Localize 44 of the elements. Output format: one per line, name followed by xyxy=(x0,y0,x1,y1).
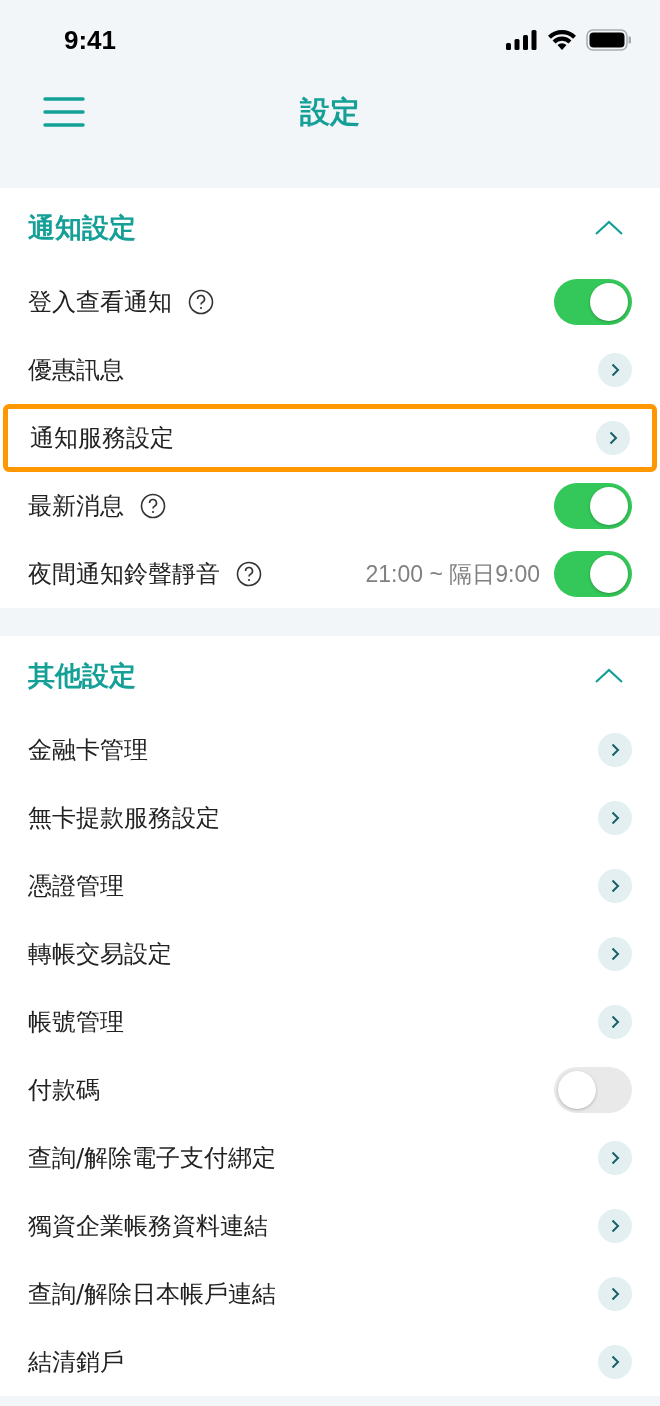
battery-icon xyxy=(586,29,632,51)
time-range: 21:00 ~ 隔日9:00 xyxy=(365,559,540,589)
toggle-switch[interactable] xyxy=(554,483,632,529)
setting-label: 結清銷戶 xyxy=(28,1347,124,1378)
chevron-right-icon[interactable] xyxy=(596,421,630,455)
setting-label: 優惠訊息 xyxy=(28,355,124,386)
setting-label: 查詢/解除日本帳戶連結 xyxy=(28,1279,277,1310)
page-title: 設定 xyxy=(300,92,360,131)
chevron-right-icon[interactable] xyxy=(598,1277,632,1311)
chevron-right-icon[interactable] xyxy=(598,1141,632,1175)
chevron-right-icon[interactable] xyxy=(598,1345,632,1379)
help-icon[interactable] xyxy=(188,289,214,315)
setting-label: 付款碼 xyxy=(28,1075,100,1106)
setting-label: 獨資企業帳務資料連結 xyxy=(28,1211,268,1242)
signal-icon xyxy=(506,30,538,50)
setting-label: 金融卡管理 xyxy=(28,735,148,766)
section-title: 其他設定 xyxy=(28,659,136,693)
setting-label: 無卡提款服務設定 xyxy=(28,803,220,834)
menu-icon[interactable] xyxy=(43,97,85,127)
chevron-right-icon[interactable] xyxy=(598,1005,632,1039)
toggle-switch[interactable] xyxy=(554,279,632,325)
chevron-right-icon[interactable] xyxy=(598,937,632,971)
help-icon[interactable] xyxy=(236,561,262,587)
setting-label: 帳號管理 xyxy=(28,1007,124,1038)
section-title: 通知設定 xyxy=(28,211,136,245)
help-icon[interactable] xyxy=(140,493,166,519)
setting-label: 通知服務設定 xyxy=(30,423,174,454)
status-time: 9:41 xyxy=(64,24,117,56)
setting-label: 查詢/解除電子支付綁定 xyxy=(28,1143,277,1174)
chevron-right-icon[interactable] xyxy=(598,869,632,903)
toggle-switch[interactable] xyxy=(554,551,632,597)
chevron-right-icon[interactable] xyxy=(598,1209,632,1243)
chevron-right-icon[interactable] xyxy=(598,733,632,767)
setting-label: 夜間通知鈴聲靜音 xyxy=(28,559,220,590)
setting-label: 最新消息 xyxy=(28,491,124,522)
setting-label: 登入查看通知 xyxy=(28,287,172,318)
chevron-right-icon[interactable] xyxy=(598,801,632,835)
setting-label: 轉帳交易設定 xyxy=(28,939,172,970)
collapse-icon[interactable] xyxy=(594,668,624,684)
chevron-right-icon[interactable] xyxy=(598,353,632,387)
wifi-icon xyxy=(548,30,576,50)
collapse-icon[interactable] xyxy=(594,220,624,236)
setting-label: 憑證管理 xyxy=(28,871,124,902)
toggle-switch[interactable] xyxy=(554,1067,632,1113)
